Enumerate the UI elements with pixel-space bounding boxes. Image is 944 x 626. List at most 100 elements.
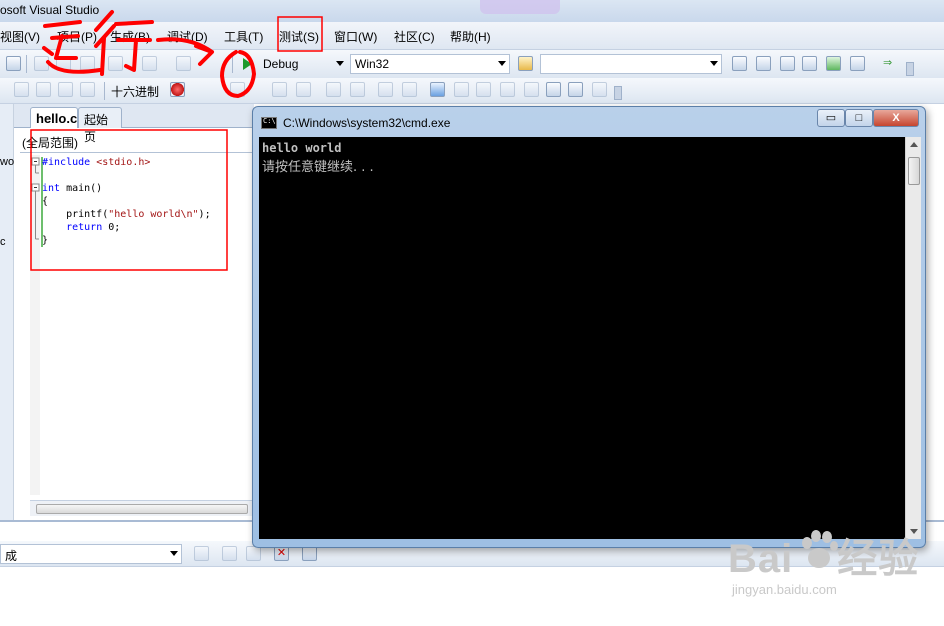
- properties-icon[interactable]: [756, 56, 771, 71]
- start-page-icon[interactable]: [826, 56, 841, 71]
- comment-icon[interactable]: [36, 82, 51, 97]
- editor-tab-strip: hello.c 起始页: [14, 104, 254, 144]
- code-line: #include <stdio.h>: [42, 157, 151, 168]
- word-wrap-icon[interactable]: [302, 546, 317, 561]
- indent-icon[interactable]: [14, 82, 29, 97]
- menu-debug[interactable]: 调试(D): [167, 28, 208, 45]
- menu-build[interactable]: 生成(B): [110, 28, 150, 45]
- toolbar-separator: [104, 82, 105, 100]
- decrease-indent-icon[interactable]: [326, 82, 341, 97]
- minimize-button[interactable]: ▭: [817, 109, 845, 127]
- solution-explorer-icon[interactable]: [732, 56, 747, 71]
- maximize-button[interactable]: □: [845, 109, 873, 127]
- output-source-select[interactable]: 成: [0, 544, 182, 564]
- breakpoint-icon[interactable]: [170, 82, 185, 97]
- left-tool-strip: wo c: [0, 104, 14, 520]
- scroll-thumb[interactable]: [36, 504, 248, 514]
- find-combo[interactable]: [540, 54, 722, 74]
- close-button[interactable]: X: [873, 109, 919, 127]
- redo-icon[interactable]: [142, 56, 157, 71]
- menu-tools[interactable]: 工具(T): [224, 28, 263, 45]
- bookmark-icon[interactable]: [58, 82, 73, 97]
- uncomment-lines-icon[interactable]: [402, 82, 417, 97]
- scope-value: (全局范围): [22, 136, 78, 150]
- menu-project[interactable]: 项目(P): [57, 28, 97, 45]
- code-line: }: [42, 235, 49, 246]
- hex-display-button[interactable]: 十六进制: [111, 83, 159, 100]
- step-over-icon[interactable]: [272, 82, 287, 97]
- solution-config-select[interactable]: Debug: [258, 54, 348, 74]
- clear-bookmarks-icon[interactable]: [592, 82, 607, 97]
- cut-icon[interactable]: [34, 56, 49, 71]
- find-message-icon[interactable]: [194, 546, 209, 561]
- paste-icon[interactable]: [80, 56, 95, 71]
- toolbar-separator: [26, 55, 27, 73]
- console-line: hello world: [262, 141, 342, 155]
- left-strip-text: c: [0, 236, 6, 248]
- console-output[interactable]: hello world 请按任意键继续. . .: [259, 137, 905, 539]
- scope-dropdown[interactable]: (全局范围): [20, 131, 254, 153]
- solution-config-value: Debug: [263, 57, 299, 71]
- undo-icon[interactable]: [108, 56, 123, 71]
- toolbox-icon[interactable]: [802, 56, 817, 71]
- toolbar-overflow[interactable]: [906, 62, 914, 76]
- object-browser-icon[interactable]: [780, 56, 795, 71]
- find-in-files-icon[interactable]: [518, 56, 533, 71]
- navigate-backward-icon[interactable]: [176, 56, 191, 71]
- platform-value: Win32: [355, 57, 390, 71]
- previous-bookmark-icon[interactable]: [454, 82, 469, 97]
- standard-toolbar: Debug Win32 ⇒: [0, 50, 944, 78]
- save-all-icon[interactable]: [6, 56, 21, 71]
- menu-view[interactable]: 视图(V): [0, 28, 40, 45]
- step-into-icon[interactable]: [230, 82, 245, 97]
- increase-indent-icon[interactable]: [350, 82, 365, 97]
- step-icon[interactable]: ⇒: [882, 56, 897, 71]
- toolbar-overflow[interactable]: [614, 86, 622, 100]
- console-title: C:\Windows\system32\cmd.exe: [283, 116, 451, 130]
- menu-help[interactable]: 帮助(H): [450, 28, 491, 45]
- console-line: 请按任意键继续. . .: [262, 160, 374, 175]
- start-debugging-icon[interactable]: [240, 56, 254, 72]
- console-vertical-scrollbar[interactable]: [905, 137, 921, 539]
- copy-icon[interactable]: [56, 56, 71, 71]
- text-editor-toolbar: 十六进制: [0, 78, 944, 104]
- previous-message-icon[interactable]: [222, 546, 237, 561]
- editor-horizontal-scrollbar[interactable]: [30, 500, 254, 516]
- paw-icon: [802, 530, 838, 568]
- next-bookmark-icon[interactable]: [476, 82, 491, 97]
- code-line: {: [42, 196, 49, 207]
- titlebar-glow: [480, 0, 560, 14]
- platform-select[interactable]: Win32: [350, 54, 510, 74]
- tab-label: hello.c: [36, 111, 78, 126]
- next-message-icon[interactable]: [246, 546, 261, 561]
- output-source-value: 成: [5, 549, 18, 563]
- code-line: int main(): [42, 183, 103, 194]
- console-window[interactable]: C:\Windows\system32\cmd.exe ▭ □ X hello …: [252, 106, 926, 548]
- console-icon: [261, 117, 277, 129]
- toolbar-separator: [232, 55, 233, 73]
- comment-lines-icon[interactable]: [378, 82, 393, 97]
- tab-hello-c[interactable]: hello.c: [30, 107, 78, 128]
- clear-all-icon[interactable]: ✕: [274, 546, 289, 561]
- command-window-icon[interactable]: [850, 56, 865, 71]
- code-line: return 0;: [66, 222, 121, 233]
- window-title: osoft Visual Studio: [0, 3, 100, 17]
- previous-bookmark-folder-icon[interactable]: [500, 82, 515, 97]
- menu-window[interactable]: 窗口(W): [334, 28, 377, 45]
- previous-bookmark-document-icon[interactable]: [546, 82, 561, 97]
- toggle-bookmark-icon[interactable]: [430, 82, 445, 97]
- next-bookmark-folder-icon[interactable]: [524, 82, 539, 97]
- text-format-icon[interactable]: [296, 82, 311, 97]
- window-titlebar: osoft Visual Studio: [0, 0, 944, 22]
- bookmark-next-icon[interactable]: [80, 82, 95, 97]
- left-strip-text: wo: [0, 156, 15, 168]
- code-line: printf("hello world\n");: [42, 209, 211, 220]
- scroll-thumb[interactable]: [908, 157, 920, 185]
- scroll-up-icon[interactable]: [910, 142, 918, 147]
- next-bookmark-document-icon[interactable]: [568, 82, 583, 97]
- menu-community[interactable]: 社区(C): [394, 28, 435, 45]
- menu-bar: 视图(V) 项目(P) 生成(B) 调试(D) 工具(T) 测试(S) 窗口(W…: [0, 22, 944, 50]
- menu-test[interactable]: 测试(S): [279, 28, 319, 45]
- tab-start-page[interactable]: 起始页: [78, 107, 122, 144]
- watermark-url: jingyan.baidu.com: [732, 582, 837, 597]
